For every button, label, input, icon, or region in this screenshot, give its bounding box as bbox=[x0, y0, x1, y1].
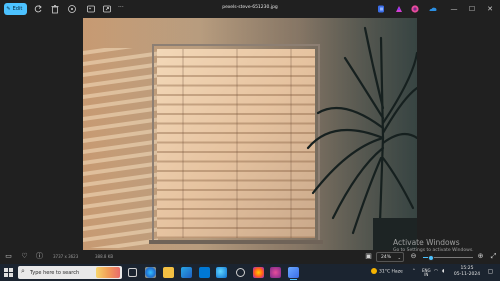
volume-icon[interactable]: ◖ bbox=[442, 269, 444, 274]
file-name: pexels-steve-651230.jpg bbox=[222, 5, 278, 10]
notifications-icon[interactable]: ▢ bbox=[486, 268, 495, 277]
app-toolbar: ✎ Edit ··· pexels-steve-651230.jpg — ☐ ✕ bbox=[0, 0, 500, 18]
task-view-icon[interactable] bbox=[128, 268, 137, 277]
designer-icon[interactable] bbox=[394, 4, 404, 14]
share-icon[interactable] bbox=[102, 4, 112, 14]
heart-icon[interactable]: ♡ bbox=[20, 252, 29, 261]
filmstrip-icon[interactable]: ▭ bbox=[4, 252, 13, 261]
language-indicator[interactable]: ENG IN bbox=[422, 269, 431, 277]
chevron-down-icon: ⌄ bbox=[397, 255, 401, 260]
window-blinds-plant-photo bbox=[83, 18, 417, 250]
outlook-icon[interactable] bbox=[199, 267, 210, 278]
fit-to-window-icon[interactable]: ▣ bbox=[364, 252, 373, 261]
edit-label: Edit bbox=[12, 6, 23, 12]
zoom-level: 24% bbox=[381, 255, 392, 260]
weather-widget[interactable]: 31°C Haze bbox=[371, 268, 403, 275]
add-to-album-icon[interactable] bbox=[86, 4, 96, 14]
region-code: IN bbox=[424, 272, 429, 277]
taskbar-search-box[interactable]: ⌕ Type here to search bbox=[18, 266, 122, 279]
search-placeholder: Type here to search bbox=[30, 270, 80, 276]
media-app-icon[interactable] bbox=[270, 267, 281, 278]
clock-date: 05-11-2024 bbox=[453, 272, 481, 277]
zoom-in-icon[interactable]: ⊕ bbox=[476, 252, 485, 261]
zoom-level-dropdown[interactable]: 24% ⌄ bbox=[376, 252, 404, 262]
fullscreen-icon[interactable]: ⤢ bbox=[489, 252, 498, 261]
search-icon: ⌕ bbox=[21, 267, 25, 275]
photo-canvas bbox=[83, 18, 417, 250]
activation-watermark: Activate Windows Go to Settings to activ… bbox=[393, 238, 493, 253]
windows-start-icon[interactable] bbox=[4, 268, 13, 277]
edge-icon[interactable] bbox=[216, 267, 227, 278]
weather-text: 31°C Haze bbox=[379, 269, 403, 275]
file-explorer-icon[interactable] bbox=[163, 267, 174, 278]
maximize-button[interactable]: ☐ bbox=[466, 3, 478, 15]
activation-title: Activate Windows bbox=[393, 238, 460, 247]
file-size: 388.8 KB bbox=[95, 254, 114, 259]
favorite-icon[interactable] bbox=[67, 4, 77, 14]
activation-subtitle: Go to Settings to activate Windows. bbox=[393, 248, 474, 253]
edge-copilot-icon[interactable] bbox=[145, 267, 156, 278]
image-dimensions: 3737 x 3623 bbox=[53, 254, 79, 259]
onedrive-icon[interactable] bbox=[428, 4, 438, 14]
microsoft-store-icon[interactable] bbox=[181, 267, 192, 278]
more-options-button[interactable]: ··· bbox=[118, 4, 128, 14]
rotate-icon[interactable] bbox=[33, 4, 43, 14]
pencil-icon: ✎ bbox=[6, 6, 11, 12]
zoom-out-icon[interactable]: ⊖ bbox=[409, 252, 418, 261]
show-hidden-icons[interactable]: ⌃ bbox=[412, 269, 416, 274]
photos-app-icon[interactable] bbox=[288, 267, 299, 280]
app-icon[interactable] bbox=[236, 268, 245, 277]
close-button[interactable]: ✕ bbox=[484, 3, 496, 15]
search-highlight-image bbox=[96, 267, 120, 278]
wifi-icon[interactable]: ◠ bbox=[434, 269, 438, 274]
info-icon[interactable]: ⓘ bbox=[35, 252, 44, 261]
clipchamp-icon[interactable] bbox=[376, 4, 386, 14]
sun-icon bbox=[371, 268, 377, 274]
zoom-slider-thumb[interactable] bbox=[427, 254, 434, 261]
taskbar: ⌕ Type here to search 31°C Haze ⌃ ENG IN… bbox=[0, 264, 500, 281]
minimize-button[interactable]: — bbox=[448, 3, 460, 15]
photo-app-icon[interactable] bbox=[410, 4, 420, 14]
edit-button[interactable]: ✎ Edit bbox=[4, 3, 27, 15]
clock[interactable]: 15:25 05-11-2024 bbox=[452, 266, 482, 278]
firefox-icon[interactable] bbox=[253, 267, 264, 278]
delete-icon[interactable] bbox=[50, 4, 60, 14]
